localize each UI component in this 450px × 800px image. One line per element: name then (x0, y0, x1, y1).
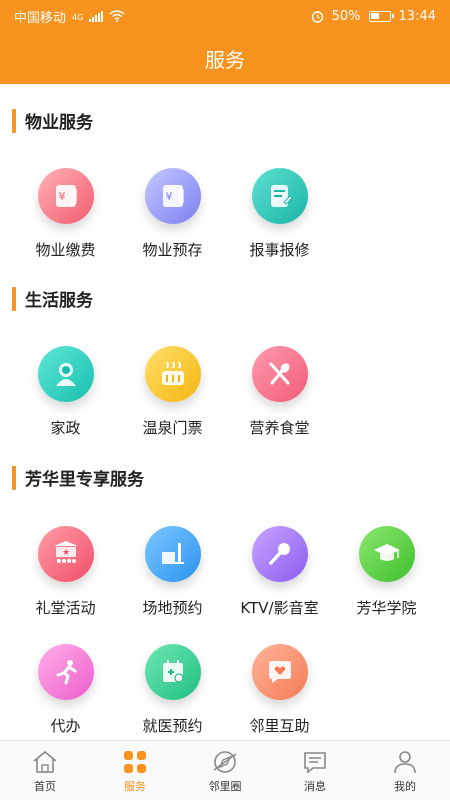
signal-icon (89, 10, 104, 22)
battery-icon (368, 10, 394, 22)
tab-label: 首页 (34, 779, 56, 793)
heart-chat-icon (251, 644, 308, 700)
service-property-prepay[interactable]: ¥ 物业预存 (119, 168, 226, 260)
housekeeper-icon (37, 346, 94, 402)
service-label: 家政 (50, 419, 81, 437)
tab-messages[interactable]: 消息 (270, 741, 360, 800)
service-auditorium[interactable]: ★ 礼堂活动 (12, 526, 119, 618)
venue-icon (144, 526, 201, 582)
service-label: 礼堂活动 (35, 599, 96, 617)
section-title-life: 生活服务 (12, 286, 93, 311)
home-icon (33, 750, 57, 773)
repair-form-icon (251, 168, 308, 224)
battery-percent: 50% (331, 8, 361, 24)
compass-icon (213, 750, 237, 773)
tab-label: 服务 (124, 779, 146, 793)
person-icon (394, 750, 416, 773)
service-property-fee[interactable]: ¥ 物业缴费 (12, 168, 119, 260)
service-label: 报事报修 (249, 241, 310, 259)
section-title-exclusive: 芳华里专享服务 (12, 465, 144, 490)
service-errand[interactable]: 代办 (12, 644, 119, 736)
wifi-icon (109, 10, 125, 22)
prepay-card-icon: ¥ (144, 168, 201, 224)
section-title-property: 物业服务 (12, 108, 93, 133)
status-bar: 中国移动 4G 50% 13:44 (0, 0, 450, 32)
service-neighbor-help[interactable]: 邻里互助 (226, 644, 333, 736)
service-label: 场地预约 (142, 599, 203, 617)
page-title: 服务 (205, 47, 245, 72)
svg-text:¥: ¥ (165, 190, 172, 203)
service-label: 物业预存 (142, 241, 203, 259)
service-label: 物业缴费 (35, 241, 96, 259)
runner-icon (37, 644, 94, 700)
service-hot-spring[interactable]: 温泉门票 (119, 346, 226, 438)
clock: 13:44 (398, 8, 436, 24)
graduation-cap-icon (358, 526, 415, 582)
bottom-tab-bar: 首页 服务 邻里圈 消息 我的 (0, 740, 450, 800)
microphone-icon (251, 526, 308, 582)
service-academy[interactable]: 芳华学院 (333, 526, 440, 618)
medical-calendar-icon (144, 644, 201, 700)
network-label: 4G (72, 12, 84, 22)
tab-label: 邻里圈 (208, 779, 242, 793)
service-medical[interactable]: 就医预约 (119, 644, 226, 736)
carrier-label: 中国移动 (14, 10, 67, 26)
alarm-icon (311, 10, 323, 23)
tab-label: 我的 (394, 779, 416, 793)
grid-icon (124, 750, 146, 773)
service-label: 温泉门票 (142, 419, 203, 437)
app-header: 中国移动 4G 50% 13:44 服务 (0, 0, 450, 84)
tab-services[interactable]: 服务 (90, 741, 180, 800)
tab-label: 消息 (304, 779, 326, 793)
service-repair[interactable]: 报事报修 (226, 168, 333, 260)
service-ktv[interactable]: KTV/影音室 (226, 526, 333, 618)
hot-spring-icon (144, 346, 201, 402)
services-content[interactable]: 物业服务 ¥ 物业缴费 ¥ 物业预存 报事报修 生活服务 家政 温泉门票 营养食… (0, 84, 450, 740)
knife-spoon-icon (251, 346, 308, 402)
auditorium-icon: ★ (37, 526, 94, 582)
message-icon (304, 751, 326, 774)
tab-home[interactable]: 首页 (0, 741, 90, 800)
tab-profile[interactable]: 我的 (360, 741, 450, 800)
tab-neighborhood[interactable]: 邻里圈 (180, 741, 270, 800)
service-label: 营养食堂 (249, 419, 310, 437)
service-label: 代办 (50, 717, 81, 735)
svg-text:★: ★ (61, 548, 69, 558)
service-label: 邻里互助 (249, 717, 310, 735)
service-label: 就医预约 (142, 717, 203, 735)
service-label: 芳华学院 (356, 599, 417, 617)
service-label: KTV/影音室 (240, 599, 319, 617)
service-canteen[interactable]: 营养食堂 (226, 346, 333, 438)
service-housekeeping[interactable]: 家政 (12, 346, 119, 438)
payment-card-icon: ¥ (37, 168, 94, 224)
svg-text:¥: ¥ (58, 190, 65, 203)
service-venue[interactable]: 场地预约 (119, 526, 226, 618)
